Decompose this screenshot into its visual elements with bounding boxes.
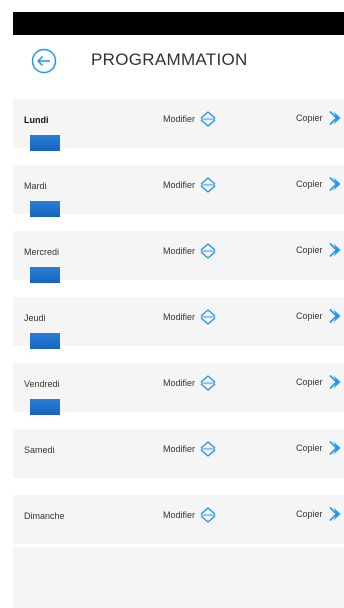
modify-label: Modifier bbox=[163, 444, 196, 454]
copy-label: Copier bbox=[296, 377, 323, 387]
day-list: Lundi Modifier Copier Mardi Modifier Cop… bbox=[13, 85, 344, 547]
chevron-right-copy-icon bbox=[328, 242, 341, 258]
day-row-dimanche: Dimanche Modifier Copier bbox=[13, 481, 344, 547]
chevron-up-down-icon bbox=[200, 507, 216, 523]
copy-label: Copier bbox=[296, 311, 323, 321]
program-bar[interactable] bbox=[30, 267, 60, 283]
copy-label: Copier bbox=[296, 179, 323, 189]
copy-label: Copier bbox=[296, 245, 323, 255]
program-bar[interactable] bbox=[30, 201, 60, 217]
chevron-right-copy-icon bbox=[328, 506, 341, 522]
chevron-right-copy-icon bbox=[328, 440, 341, 456]
back-button[interactable] bbox=[31, 48, 57, 74]
day-row-lundi: Lundi Modifier Copier bbox=[13, 85, 344, 151]
day-row-jeudi: Jeudi Modifier Copier bbox=[13, 283, 344, 349]
modify-button[interactable]: Modifier bbox=[163, 242, 217, 260]
day-label: Lundi bbox=[24, 115, 49, 125]
chevron-right-copy-icon bbox=[328, 308, 341, 324]
day-row-vendredi: Vendredi Modifier Copier bbox=[13, 349, 344, 415]
day-label: Jeudi bbox=[24, 313, 46, 323]
modify-button[interactable]: Modifier bbox=[163, 308, 217, 326]
copy-button[interactable]: Copier bbox=[296, 176, 343, 192]
modify-button[interactable]: Modifier bbox=[163, 506, 217, 524]
modify-button[interactable]: Modifier bbox=[163, 110, 217, 128]
arrow-left-circle-icon bbox=[31, 48, 57, 74]
copy-label: Copier bbox=[296, 113, 323, 123]
chevron-right-copy-icon bbox=[328, 374, 341, 390]
day-row-mardi: Mardi Modifier Copier bbox=[13, 151, 344, 217]
modify-button[interactable]: Modifier bbox=[163, 176, 217, 194]
chevron-right-copy-icon bbox=[328, 110, 341, 126]
program-bar[interactable] bbox=[30, 135, 60, 151]
day-label: Samedi bbox=[24, 445, 55, 455]
modify-label: Modifier bbox=[163, 378, 196, 388]
day-row-mercredi: Mercredi Modifier Copier bbox=[13, 217, 344, 283]
status-bar bbox=[13, 12, 344, 35]
footer-area bbox=[13, 547, 344, 608]
program-bar[interactable] bbox=[30, 333, 60, 349]
day-row-samedi: Samedi Modifier Copier bbox=[13, 415, 344, 481]
copy-label: Copier bbox=[296, 509, 323, 519]
chevron-up-down-icon bbox=[200, 243, 216, 259]
copy-button[interactable]: Copier bbox=[296, 110, 343, 126]
copy-button[interactable]: Copier bbox=[296, 242, 343, 258]
modify-button[interactable]: Modifier bbox=[163, 440, 217, 458]
app-header: PROGRAMMATION bbox=[13, 35, 344, 85]
chevron-right-copy-icon bbox=[328, 176, 341, 192]
day-label: Dimanche bbox=[24, 511, 65, 521]
copy-button[interactable]: Copier bbox=[296, 506, 343, 522]
copy-label: Copier bbox=[296, 443, 323, 453]
chevron-up-down-icon bbox=[200, 309, 216, 325]
program-bar[interactable] bbox=[30, 399, 60, 415]
modify-label: Modifier bbox=[163, 312, 196, 322]
day-label: Vendredi bbox=[24, 379, 60, 389]
modify-label: Modifier bbox=[163, 510, 196, 520]
chevron-up-down-icon bbox=[200, 375, 216, 391]
modify-label: Modifier bbox=[163, 246, 196, 256]
chevron-up-down-icon bbox=[200, 111, 216, 127]
copy-button[interactable]: Copier bbox=[296, 440, 343, 456]
page-title: PROGRAMMATION bbox=[91, 50, 248, 69]
modify-button[interactable]: Modifier bbox=[163, 374, 217, 392]
chevron-up-down-icon bbox=[200, 177, 216, 193]
modify-label: Modifier bbox=[163, 114, 196, 124]
copy-button[interactable]: Copier bbox=[296, 308, 343, 324]
copy-button[interactable]: Copier bbox=[296, 374, 343, 390]
day-label: Mercredi bbox=[24, 247, 60, 257]
day-label: Mardi bbox=[24, 181, 47, 191]
chevron-up-down-icon bbox=[200, 441, 216, 457]
modify-label: Modifier bbox=[163, 180, 196, 190]
